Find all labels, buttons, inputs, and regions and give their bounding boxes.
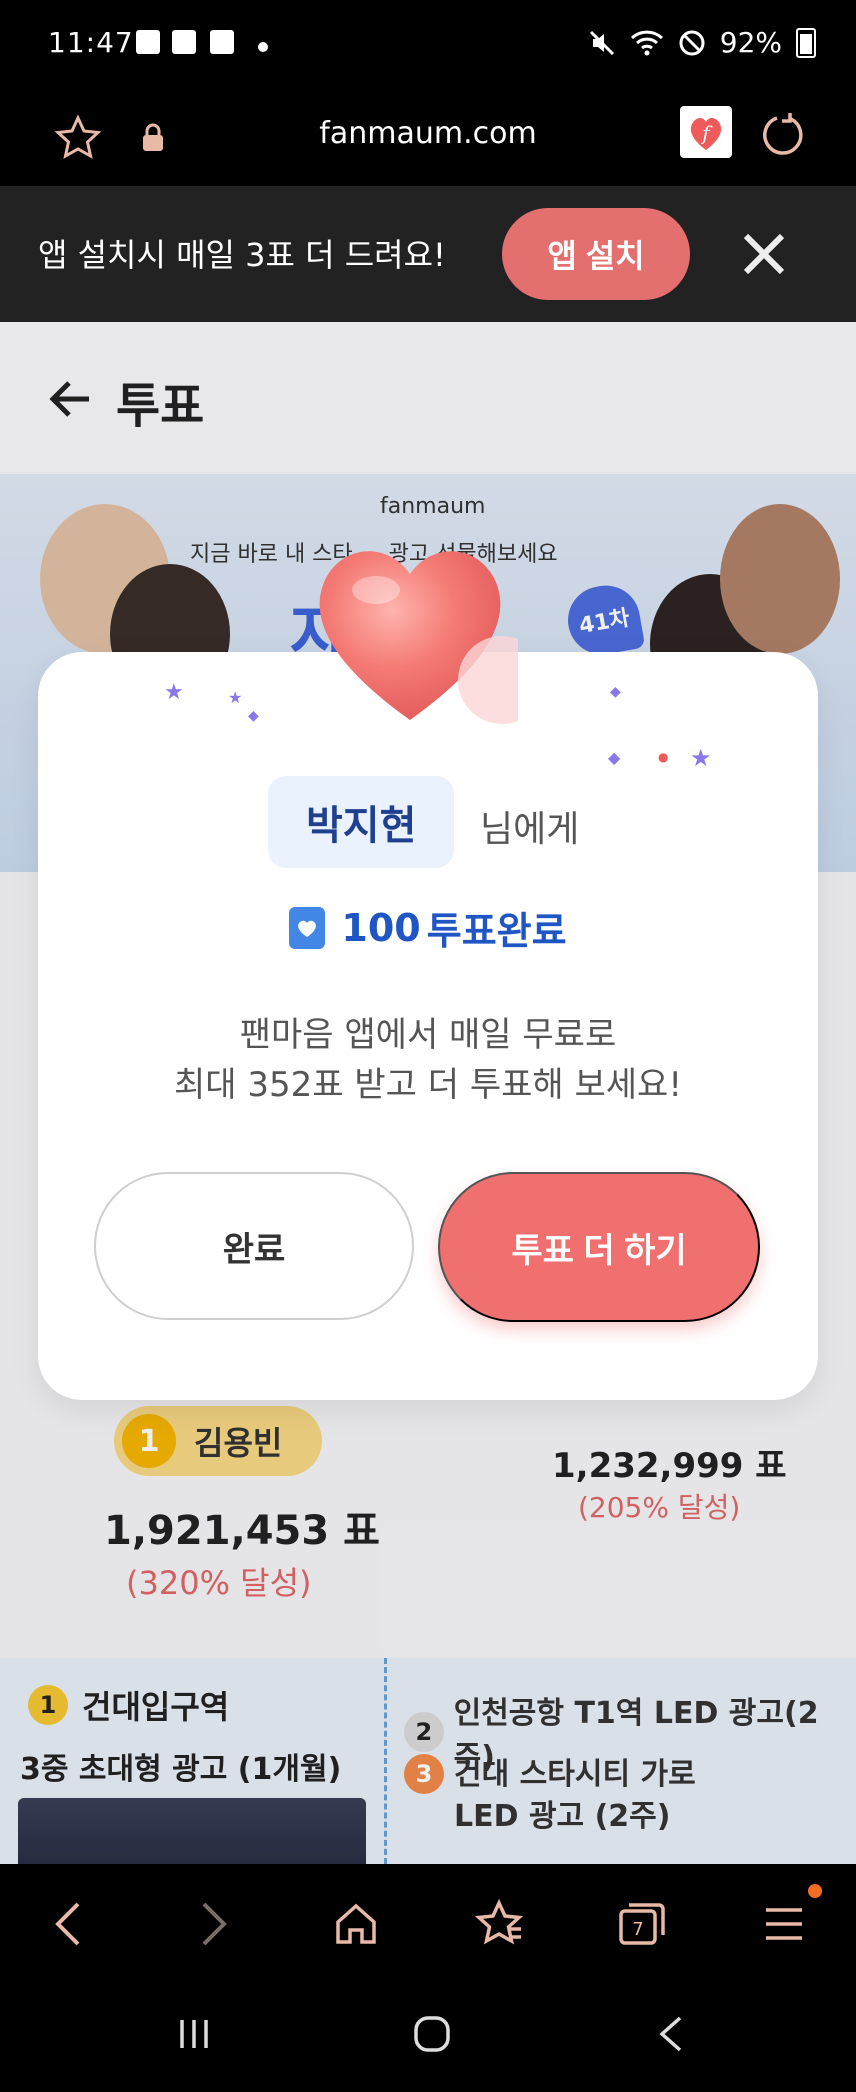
promo-line-1: 팬마음 앱에서 매일 무료로 xyxy=(239,1015,617,1055)
wifi-icon xyxy=(630,30,663,55)
sparkle-icon: ● xyxy=(658,750,669,764)
sparkle-icon: ◆ xyxy=(610,684,621,700)
naver-icon xyxy=(172,30,196,54)
vote-complete-modal: ★ ★ ◆ ◆ ◆ ● ★ 박지현 님에게 100 투표완료 팬마음 앱에서 매… xyxy=(38,652,818,1400)
clipboard-icon xyxy=(210,30,234,54)
battery-icon xyxy=(796,27,816,58)
vote-count: 100 xyxy=(341,905,421,950)
done-button[interactable]: 완료 xyxy=(94,1172,414,1320)
sparkle-icon: ★ xyxy=(228,688,243,707)
heart-graphic xyxy=(306,530,546,730)
system-back-icon[interactable] xyxy=(632,2004,712,2064)
tab-count: 7 xyxy=(632,1919,643,1940)
forward-icon[interactable] xyxy=(184,1894,244,1954)
recipient-suffix: 님에게 xyxy=(480,809,580,850)
status-right: 92% xyxy=(588,26,816,59)
heart-ticket-icon xyxy=(289,906,326,949)
close-icon[interactable] xyxy=(736,226,792,282)
refresh-icon[interactable] xyxy=(754,106,810,162)
vote-complete-label: 투표완료 xyxy=(426,909,567,953)
fanmaum-site-icon[interactable]: f xyxy=(680,106,732,158)
recipient-chip: 박지현 xyxy=(268,776,455,868)
menu-icon[interactable] xyxy=(754,1894,814,1954)
menu-notification-dot xyxy=(808,1884,822,1898)
status-time: 11:47 xyxy=(48,26,134,59)
vote-more-button[interactable]: 투표 더 하기 xyxy=(438,1172,760,1322)
system-navigation-bar xyxy=(0,1984,856,2092)
sparkle-icon: ★ xyxy=(164,680,184,705)
sparkle-icon: ◆ xyxy=(248,708,259,724)
gallery-icon xyxy=(136,30,160,54)
back-icon[interactable] xyxy=(38,1894,98,1954)
recent-apps-icon[interactable] xyxy=(154,2004,234,2064)
sparkle-icon: ◆ xyxy=(608,748,621,767)
status-bar: 11:47 92% xyxy=(0,0,856,90)
browser-url-bar: fanmaum.com f xyxy=(0,90,856,186)
install-banner-text: 앱 설치시 매일 3표 더 드려요! xyxy=(38,236,446,274)
home-button-icon[interactable] xyxy=(392,2004,472,2064)
app-install-button[interactable]: 앱 설치 xyxy=(502,208,690,300)
promo-message: 팬마음 앱에서 매일 무료로 최대 352표 받고 더 투표해 보세요! xyxy=(38,1010,818,1110)
more-notifications-icon xyxy=(258,42,268,52)
home-icon[interactable] xyxy=(326,1894,386,1954)
vote-complete-row: 100 투표완료 xyxy=(38,900,818,955)
sparkle-icon: ★ xyxy=(690,744,712,772)
browser-bottom-bar: 7 xyxy=(0,1864,856,1984)
mute-icon xyxy=(589,30,614,55)
do-not-disturb-icon xyxy=(679,30,705,55)
tabs-icon[interactable]: 7 xyxy=(612,1894,672,1954)
bookmarks-icon[interactable] xyxy=(470,1894,530,1954)
promo-line-2: 최대 352표 받고 더 투표해 보세요! xyxy=(174,1065,682,1105)
app-install-banner: 앱 설치시 매일 3표 더 드려요! 앱 설치 xyxy=(0,186,856,322)
battery-percent: 92% xyxy=(719,26,782,59)
